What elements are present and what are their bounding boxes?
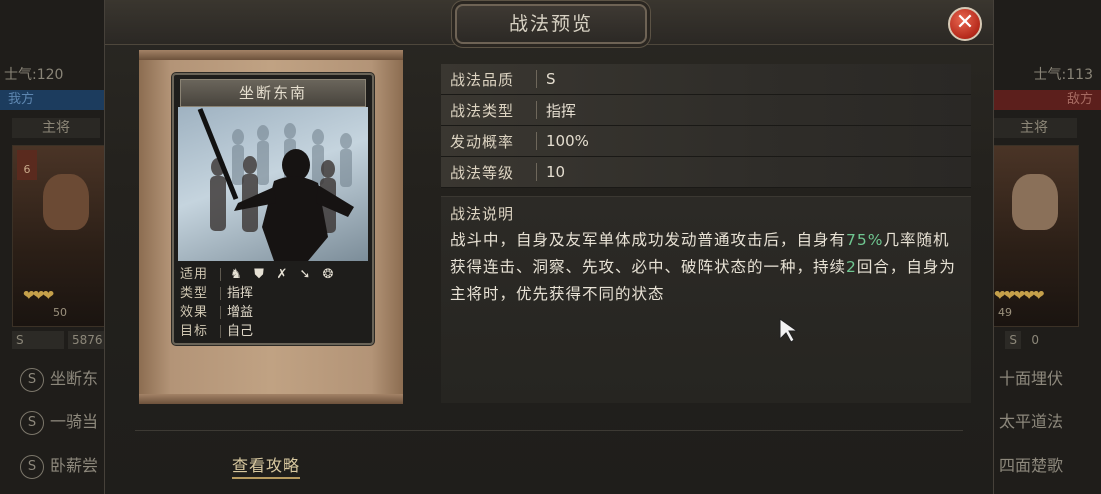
s-badge-text: S: [16, 333, 24, 347]
attr-divider: [220, 268, 221, 281]
strength-drops: ❤❤❤: [23, 288, 54, 304]
skill-grade-badge: S: [20, 367, 44, 392]
enemy-skill-1[interactable]: 十面埋伏: [999, 362, 1063, 396]
scroll-rod-top: [139, 50, 403, 60]
attr-key: 类型: [180, 286, 209, 301]
our-stat-value: 5876: [68, 331, 107, 349]
footer-divider: [135, 430, 963, 431]
troop-type-icons: ♞ ⛊ ✗ ➘ ❂: [227, 265, 342, 284]
mouse-cursor-icon: [779, 318, 799, 343]
general-face: [1012, 174, 1058, 230]
attr-divider: [220, 306, 221, 319]
cavalry-icon: ♞: [230, 266, 242, 282]
strength-drops: ❤❤❤❤❤: [994, 288, 1045, 304]
info-value: 100%: [546, 132, 589, 150]
right-panel-background: 士气:113 敌方 主将 ❤❤❤❤❤ 49 S 0 十面埋伏 太平道法 四面楚歌: [989, 0, 1101, 494]
shield-icon: ⛊: [254, 266, 264, 282]
attr-row-target: 目标 自己: [180, 322, 366, 341]
attr-key: 适用: [180, 267, 209, 282]
attr-row-applicable: 适用 ♞ ⛊ ✗ ➘ ❂: [180, 265, 366, 284]
description-title: 战法说明: [450, 205, 515, 223]
our-skill-1[interactable]: S 坐断东: [20, 362, 98, 396]
enemy-morale: 士气:113: [1033, 67, 1093, 83]
card-skill-name: 坐断东南: [180, 79, 366, 107]
description-text: 战斗中，自身及友军单体成功发动普通攻击后，自身有75%几率随机获得连击、洞察、先…: [450, 227, 962, 308]
title-plate: 战法预览: [455, 4, 647, 44]
card-artwork: [178, 107, 368, 261]
skill-description-box: 战法说明 战斗中，自身及友军单体成功发动普通攻击后，自身有75%几率随机获得连击…: [441, 196, 971, 403]
left-panel-background: 士气:120 我方 主将 6 ❤❤❤ 50 S 5876 S 坐断东 S 一骑当 S…: [0, 0, 108, 494]
skill-grade-badge: S: [20, 454, 44, 479]
general-face: [43, 174, 89, 230]
close-button[interactable]: ✕: [948, 7, 982, 41]
skill-grade-badge: S: [20, 410, 44, 435]
info-divider: [536, 163, 537, 181]
warrior-silhouette-art: [197, 108, 354, 261]
skill-card: 坐断东南 适用 ♞ ⛊ ✗ ➘ ❂ 类型 指挥 效果 增益 目标 自己: [172, 73, 374, 345]
enemy-skill-3[interactable]: 四面楚歌: [999, 449, 1063, 483]
our-stat-tag: S: [12, 331, 64, 349]
info-row-probability: 发动概率 100%: [441, 126, 971, 157]
enemy-role-label: 主将: [991, 118, 1077, 138]
info-row-type: 战法类型 指挥: [441, 95, 971, 126]
skill-label: 卧薪尝: [50, 456, 99, 475]
our-side-tag: 我方: [0, 90, 108, 110]
info-value: 指挥: [546, 101, 577, 120]
skill-label: 一骑当: [50, 412, 99, 431]
info-divider: [536, 101, 537, 119]
card-attributes: 适用 ♞ ⛊ ✗ ➘ ❂ 类型 指挥 效果 增益 目标 自己: [180, 265, 366, 341]
troop-count: 49: [998, 306, 1012, 319]
attr-value: 增益: [227, 305, 254, 320]
info-key: 战法等级: [450, 163, 515, 182]
info-key: 战法品质: [450, 70, 515, 89]
s-badge-text: S: [1009, 333, 1017, 347]
our-skill-2[interactable]: S 一骑当: [20, 405, 98, 439]
skill-label: 坐断东: [50, 369, 99, 388]
view-guide-link[interactable]: 查看攻略: [232, 452, 301, 479]
spear-icon: ➘: [299, 266, 311, 282]
attr-value: 指挥: [227, 286, 254, 301]
info-key: 发动概率: [450, 132, 515, 151]
enemy-stat-value: 0: [1031, 333, 1039, 347]
info-value: 10: [546, 163, 566, 181]
info-value: S: [546, 70, 556, 88]
description-part: 战斗中，自身及友军单体成功发动普通攻击后，自身有: [450, 231, 847, 249]
attr-key: 效果: [180, 305, 209, 320]
close-icon: ✕: [955, 10, 975, 35]
siege-icon: ❂: [322, 266, 334, 282]
info-row-level: 战法等级 10: [441, 157, 971, 188]
info-divider: [536, 132, 537, 150]
our-role-label: 主将: [12, 118, 100, 138]
info-row-quality: 战法品质 S: [441, 64, 971, 95]
archer-icon: ✗: [276, 266, 288, 282]
description-highlight: 2: [846, 258, 857, 276]
dialog-header: 战法预览 ✕: [105, 0, 993, 45]
attr-value: 自己: [227, 324, 254, 339]
our-skill-3[interactable]: S 卧薪尝: [20, 449, 98, 483]
attr-divider: [220, 325, 221, 338]
dialog-title: 战法预览: [508, 13, 593, 35]
info-divider: [536, 70, 537, 88]
enemy-side-tag: 敌方: [993, 90, 1101, 110]
attr-key: 目标: [180, 324, 209, 339]
attr-row-type: 类型 指挥: [180, 284, 366, 303]
scroll-rod-bottom: [139, 394, 403, 404]
info-key: 战法类型: [450, 101, 515, 120]
level-badge: 6: [17, 150, 37, 180]
our-morale: 士气:120: [4, 67, 64, 83]
our-general-portrait[interactable]: 6 ❤❤❤ 50: [12, 145, 106, 327]
attr-row-effect: 效果 增益: [180, 303, 366, 322]
skill-preview-dialog: 战法预览 ✕ 坐断东南 适用 ♞ ⛊ ✗ ➘ ❂ 类型 指挥 效果 增益 目标 …: [104, 0, 994, 494]
skill-info-table: 战法品质 S 战法类型 指挥 发动概率 100% 战法等级 10: [441, 64, 971, 188]
description-highlight: 75%: [846, 231, 884, 249]
enemy-general-portrait[interactable]: ❤❤❤❤❤ 49: [989, 145, 1079, 327]
troop-count: 50: [53, 306, 67, 319]
attr-divider: [220, 287, 221, 300]
enemy-skill-2[interactable]: 太平道法: [999, 405, 1063, 439]
enemy-stat-tag: S: [1005, 331, 1021, 349]
